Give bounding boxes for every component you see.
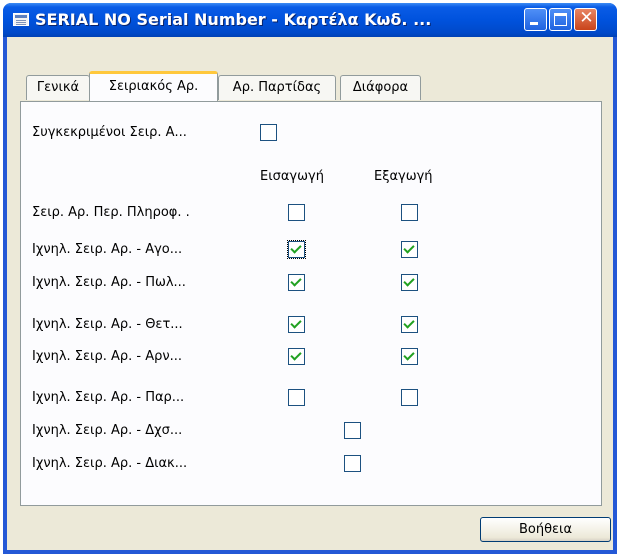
minimize-icon (530, 22, 538, 25)
serial-info-outbound-checkbox[interactable] (401, 204, 418, 221)
serial-info-label: Σειρ. Αρ. Περ. Πληροφ. . (32, 205, 190, 220)
track-production-outbound-checkbox[interactable] (401, 389, 418, 406)
track-purchase-inbound-checkbox[interactable] (288, 241, 305, 258)
track-negative-adj-inbound-checkbox[interactable] (288, 348, 305, 365)
track-assembly-checkbox[interactable] (344, 422, 361, 439)
maximize-icon (554, 13, 567, 26)
tab-general[interactable]: Γενικά (26, 75, 90, 100)
outbound-column-header: Εξαγωγή (374, 169, 433, 184)
close-button[interactable]: ✕ (574, 8, 597, 31)
track-transfer-checkbox[interactable] (344, 455, 361, 472)
track-production-label: Ιχνηλ. Σειρ. Αρ. - Παρ... (32, 390, 185, 405)
tab-serial-no[interactable]: Σειριακός Αρ. (89, 71, 218, 101)
maximize-button[interactable] (549, 8, 572, 31)
track-purchase-outbound-checkbox[interactable] (401, 241, 418, 258)
track-positive-adj-outbound-checkbox[interactable] (401, 316, 418, 333)
serial-info-inbound-checkbox[interactable] (288, 204, 305, 221)
track-sales-label: Ιχνηλ. Σειρ. Αρ. - Πωλ... (32, 275, 186, 290)
dialog-body: Γενικά Σειριακός Αρ. Αρ. Παρτίδας Διάφορ… (7, 37, 613, 550)
track-transfer-label: Ιχνηλ. Σειρ. Αρ. - Διακ... (32, 456, 188, 471)
tab-misc[interactable]: Διάφορα (340, 75, 421, 100)
specific-serial-checkbox[interactable] (260, 124, 277, 141)
title-bar[interactable]: SERIAL NO Serial Number - Καρτέλα Κωδ. .… (3, 3, 617, 37)
track-positive-adj-label: Ιχνηλ. Σειρ. Αρ. - Θετ... (32, 317, 183, 332)
track-sales-outbound-checkbox[interactable] (401, 274, 418, 291)
track-negative-adj-outbound-checkbox[interactable] (401, 348, 418, 365)
track-negative-adj-label: Ιχνηλ. Σειρ. Αρ. - Αρν... (32, 349, 182, 364)
help-button[interactable]: Βοήθεια (480, 517, 611, 542)
track-assembly-label: Ιχνηλ. Σειρ. Αρ. - Δχσ... (32, 423, 183, 438)
dialog-window: SERIAL NO Serial Number - Καρτέλα Κωδ. .… (3, 3, 617, 554)
inbound-column-header: Εισαγωγή (260, 169, 324, 184)
track-purchase-label: Ιχνηλ. Σειρ. Αρ. - Αγο... (32, 242, 183, 257)
tab-lot-no[interactable]: Αρ. Παρτίδας (218, 75, 336, 100)
close-icon: ✕ (579, 8, 594, 28)
window-title: SERIAL NO Serial Number - Καρτέλα Κωδ. .… (35, 10, 432, 29)
form-icon (13, 13, 29, 26)
tab-panel: Συγκεκριμένοι Σειρ. Α... Εισαγωγή Εξαγωγ… (20, 101, 602, 506)
specific-serial-label: Συγκεκριμένοι Σειρ. Α... (32, 125, 187, 140)
track-sales-inbound-checkbox[interactable] (288, 274, 305, 291)
track-production-inbound-checkbox[interactable] (288, 389, 305, 406)
track-positive-adj-inbound-checkbox[interactable] (288, 316, 305, 333)
minimize-button[interactable] (524, 8, 547, 31)
